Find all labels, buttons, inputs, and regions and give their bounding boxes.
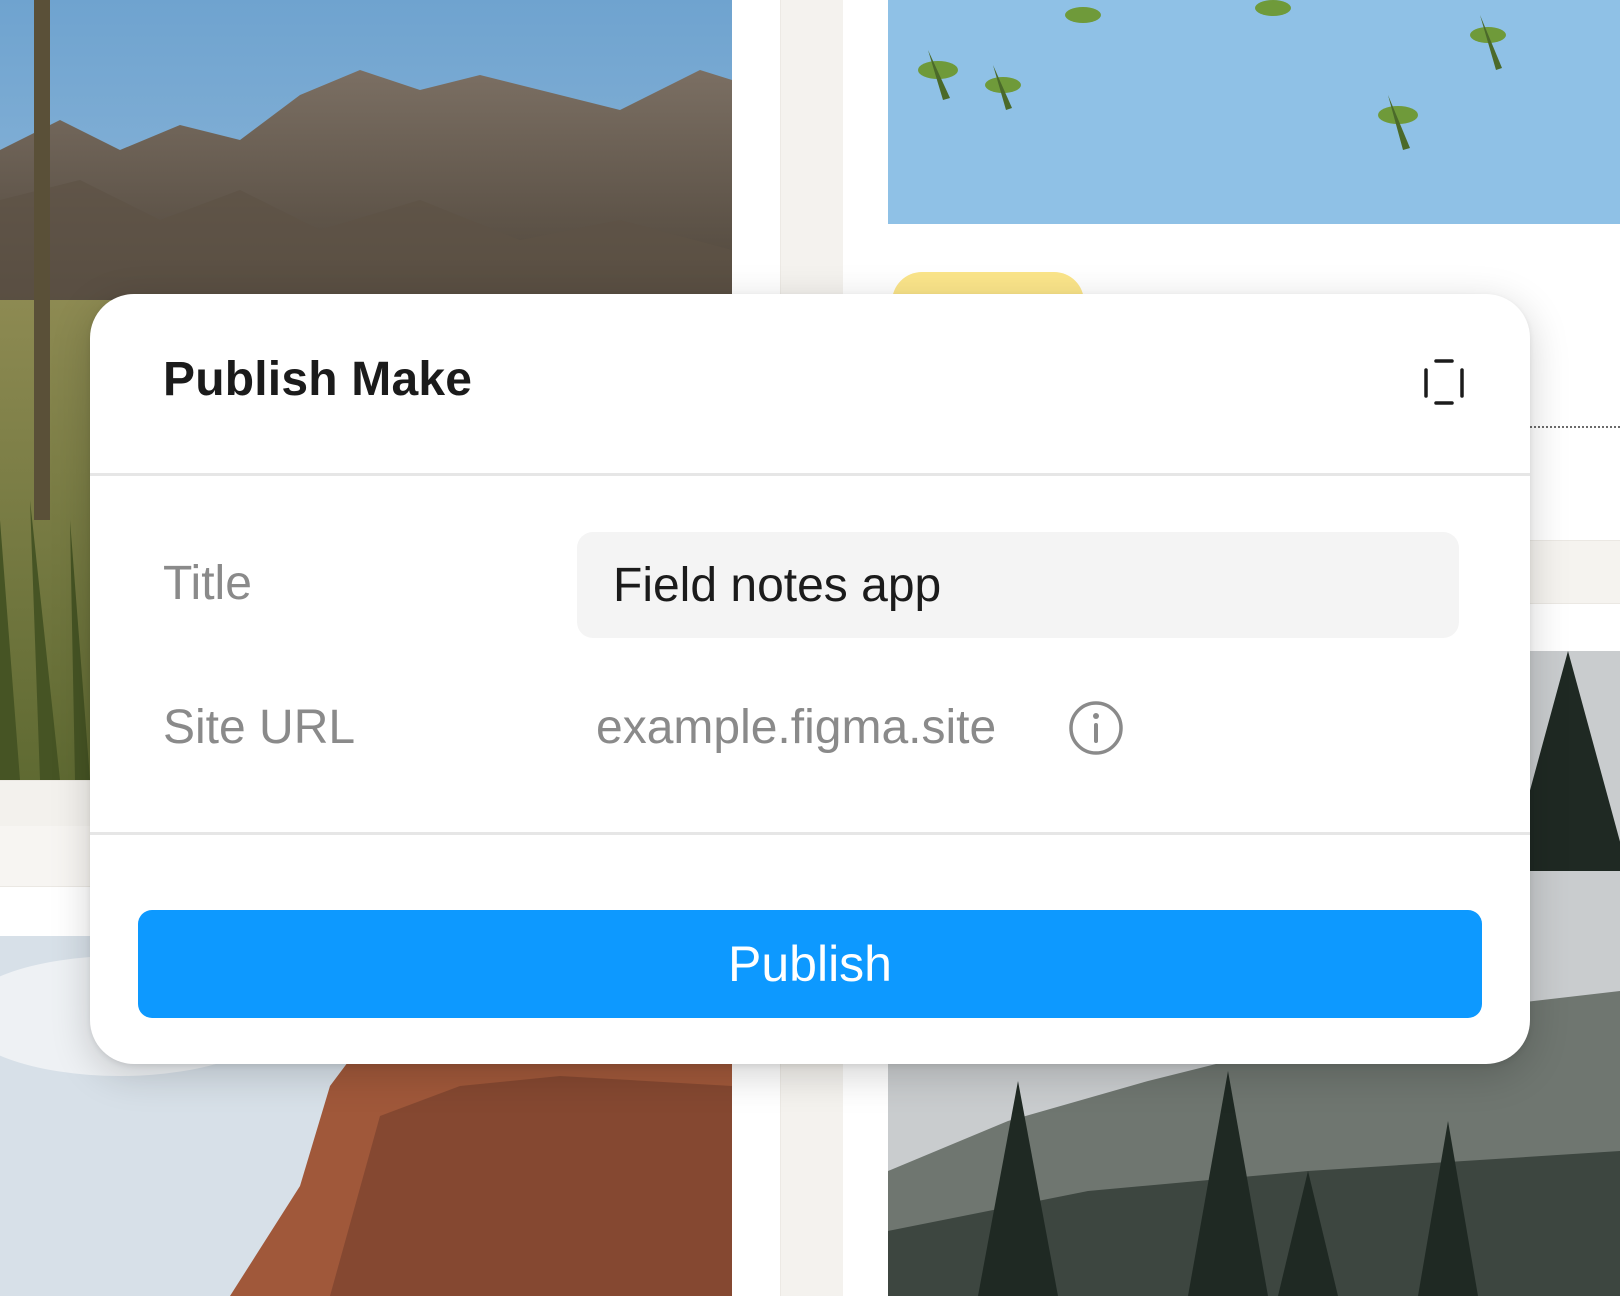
expand-icon: [1424, 359, 1464, 405]
dotted-line: [1530, 426, 1620, 428]
footer-divider: [90, 832, 1530, 835]
info-icon: [1069, 701, 1123, 755]
publish-modal: Publish Make Title Site URL example.figm…: [90, 294, 1530, 1064]
site-url-value: example.figma.site: [596, 701, 997, 754]
modal-header: Publish Make: [90, 294, 1530, 476]
publish-button[interactable]: Publish: [138, 910, 1482, 1018]
modal-title: Publish Make: [163, 353, 473, 406]
info-button[interactable]: [1068, 700, 1124, 756]
birds-photo: [888, 0, 1620, 224]
site-url-label: Site URL: [163, 701, 356, 754]
title-label: Title: [163, 557, 252, 610]
expand-button[interactable]: [1420, 358, 1468, 406]
list-strip: [1520, 540, 1620, 604]
title-input[interactable]: [577, 532, 1459, 638]
